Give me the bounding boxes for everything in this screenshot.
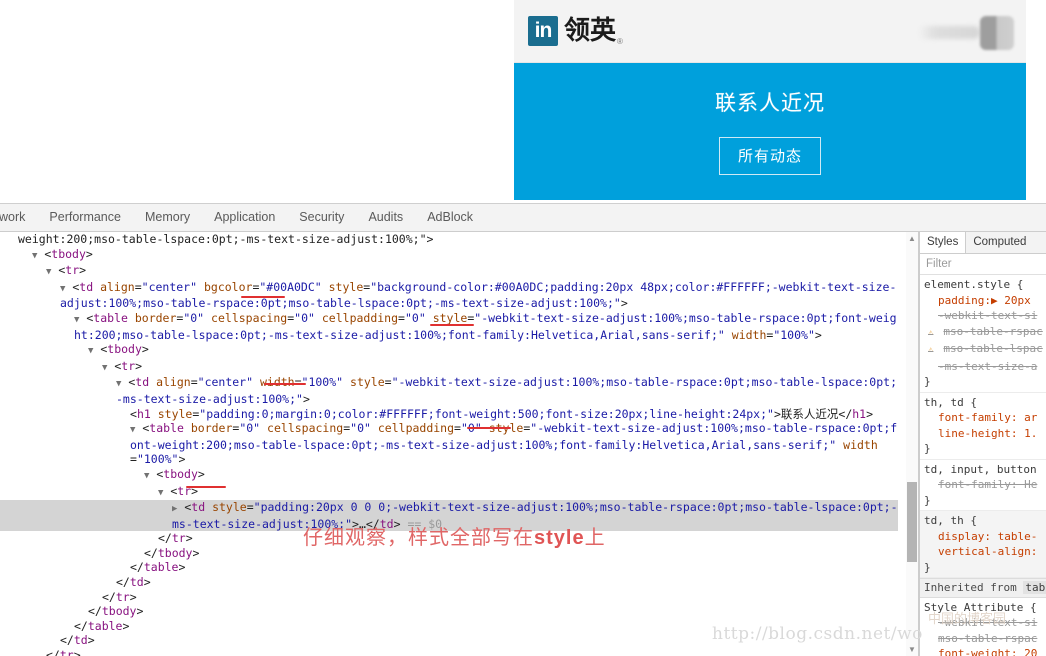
annotation-before: 仔细观察，样式全部写在: [303, 525, 534, 549]
screenshot-root: in 领英 ® 联系人近况 所有动态 workPerformanceMemory…: [0, 0, 1046, 655]
style-rule-selector: td, input, button: [924, 462, 1046, 478]
style-rule-selector: td, th {: [924, 513, 1046, 529]
red-underline-mark: [467, 427, 511, 429]
elements-tree-row[interactable]: </td>: [0, 575, 898, 590]
style-rule[interactable]: td, input, buttonfont-family: He}: [920, 460, 1046, 512]
elements-tree-row[interactable]: <h1 style="padding:0;margin:0;color:#FFF…: [0, 407, 898, 422]
watermark-cn: 中国的博客园: [928, 608, 1006, 627]
styles-filter-input[interactable]: Filter: [920, 254, 1046, 275]
style-declaration[interactable]: font-family: He: [924, 477, 1046, 493]
email-hero-banner: 联系人近况 所有动态: [514, 63, 1026, 200]
elements-tree-row[interactable]: ▼ <tbody>: [0, 342, 898, 359]
linkedin-in-icon: in: [528, 16, 558, 46]
red-underline-mark: [186, 486, 226, 488]
blurred-user-name: [918, 26, 980, 39]
style-declaration[interactable]: font-family: ar: [924, 410, 1046, 426]
elements-tree-row[interactable]: ▼ <tr>: [0, 484, 898, 501]
style-rule[interactable]: td, th {display: table-vertical-align:}: [920, 511, 1046, 578]
scroll-down-icon[interactable]: ▼: [906, 643, 918, 656]
devtools-tab-application[interactable]: Application: [202, 204, 287, 231]
elements-tree-row[interactable]: ▼ <tr>: [0, 263, 898, 280]
email-preview-panel: in 领英 ® 联系人近况 所有动态: [514, 0, 1026, 199]
style-rule[interactable]: element.style {padding:▶ 20px-webkit-tex…: [920, 275, 1046, 393]
linkedin-logo-text: 领英: [564, 16, 616, 46]
style-declaration[interactable]: -webkit-text-si: [924, 308, 1046, 324]
style-declaration[interactable]: -ms-text-size-a: [924, 359, 1046, 375]
style-declaration[interactable]: ⚠mso-table-lspac: [924, 341, 1046, 359]
hero-title: 联系人近况: [715, 91, 825, 115]
devtools-panel: workPerformanceMemoryApplicationSecurity…: [0, 203, 1046, 656]
style-declaration[interactable]: line-height: 1.: [924, 426, 1046, 442]
avatar: [980, 16, 1014, 50]
style-rule-selector: element.style {: [924, 277, 1046, 293]
annotation-code: style: [534, 527, 585, 549]
red-underline-mark: [241, 296, 285, 298]
devtools-tab-audits[interactable]: Audits: [356, 204, 415, 231]
elements-tree-row[interactable]: ▼ <td align="center" width="100%" style=…: [0, 375, 898, 406]
email-header: in 领英 ®: [514, 0, 1026, 63]
style-declaration[interactable]: mso-table-rspac: [924, 631, 1046, 647]
style-declaration[interactable]: ⚠mso-table-rspac: [924, 324, 1046, 342]
warning-icon: ⚠: [928, 345, 933, 355]
devtools-body: weight:200;mso-table-lspace:0pt;-ms-text…: [0, 232, 1046, 656]
devtools-tab-security[interactable]: Security: [287, 204, 356, 231]
elements-tree-row[interactable]: </table>: [0, 560, 898, 575]
elements-tree-row[interactable]: ▼ <tr>: [0, 359, 898, 376]
styles-rules-list[interactable]: element.style {padding:▶ 20px-webkit-tex…: [920, 275, 1046, 656]
style-declaration[interactable]: padding:▶ 20px: [924, 293, 1046, 309]
elements-tree-row[interactable]: ▼ <td align="center" bgcolor="#00A0DC" s…: [0, 280, 898, 311]
warning-icon: ⚠: [928, 328, 933, 338]
style-rule-close-brace: }: [924, 493, 1046, 509]
devtools-tab-performance[interactable]: Performance: [37, 204, 133, 231]
style-rule-selector: th, td {: [924, 395, 1046, 411]
elements-tree-row[interactable]: </tbody>: [0, 604, 898, 619]
elements-tree-row[interactable]: ▼ <tbody>: [0, 247, 898, 264]
scrollbar-thumb[interactable]: [907, 482, 917, 562]
style-rule-close-brace: }: [924, 560, 1046, 576]
elements-tree-row[interactable]: ▼ <table border="0" cellspacing="0" cell…: [0, 421, 898, 467]
red-underline-mark: [430, 324, 474, 326]
style-declaration[interactable]: display: table-: [924, 529, 1046, 545]
elements-tree-scrollbar[interactable]: ▲ ▼: [906, 232, 918, 656]
devtools-tab-memory[interactable]: Memory: [133, 204, 202, 231]
style-declaration[interactable]: vertical-align:: [924, 544, 1046, 560]
styles-pane[interactable]: Styles Computed Filter element.style {pa…: [920, 232, 1046, 656]
elements-tree-row[interactable]: ▼ <table border="0" cellspacing="0" cell…: [0, 311, 898, 342]
annotation-after: 上: [585, 525, 606, 549]
linkedin-logo: in 领英 ®: [528, 14, 623, 48]
elements-tree-row[interactable]: weight:200;mso-table-lspace:0pt;-ms-text…: [0, 232, 898, 247]
red-underline-mark: [264, 383, 306, 385]
elements-tree-pane[interactable]: weight:200;mso-table-lspace:0pt;-ms-text…: [0, 232, 920, 656]
inherited-from-element[interactable]: table: [1023, 581, 1046, 594]
tab-styles[interactable]: Styles: [920, 232, 966, 253]
styles-pane-tabbar: Styles Computed: [920, 232, 1046, 254]
watermark-url: http://blog.csdn.net/wo: [712, 624, 923, 644]
devtools-tabbar: workPerformanceMemoryApplicationSecurity…: [0, 204, 1046, 232]
trademark-icon: ®: [617, 37, 623, 46]
style-rule-close-brace: }: [924, 374, 1046, 390]
elements-tree-row[interactable]: ▼ <tbody>: [0, 467, 898, 484]
style-rule-close-brace: }: [924, 441, 1046, 457]
all-updates-button[interactable]: 所有动态: [719, 137, 821, 175]
elements-tree-row[interactable]: </tr>: [0, 590, 898, 605]
scroll-up-icon[interactable]: ▲: [906, 232, 918, 245]
devtools-tab-adblock[interactable]: AdBlock: [415, 204, 485, 231]
tab-computed[interactable]: Computed: [966, 232, 1033, 253]
red-annotation-text: 仔细观察，样式全部写在style上: [303, 521, 606, 550]
elements-tree[interactable]: weight:200;mso-table-lspace:0pt;-ms-text…: [0, 232, 920, 656]
style-rule[interactable]: th, td {font-family: arline-height: 1.}: [920, 393, 1046, 460]
inherited-from-label: Inherited from table: [920, 578, 1046, 598]
devtools-tab-work[interactable]: work: [0, 204, 37, 231]
